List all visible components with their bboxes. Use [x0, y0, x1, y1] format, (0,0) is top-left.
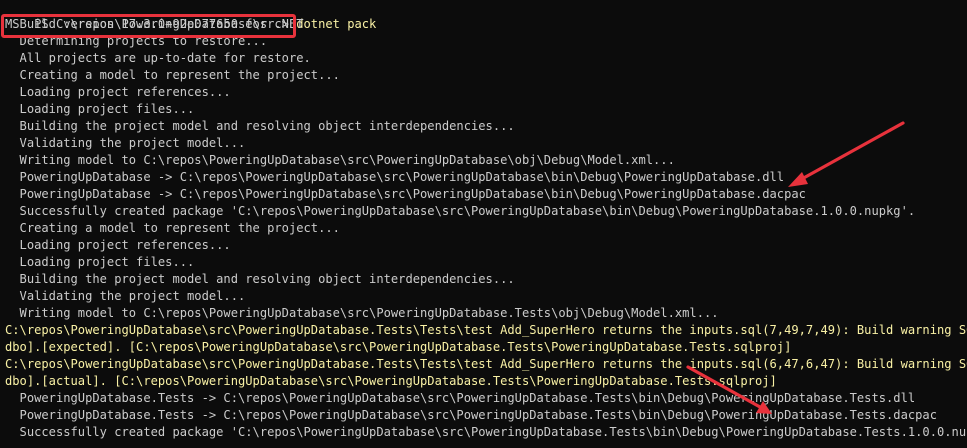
warning-line: dbo].[expected]. [C:\repos\PoweringUpDat…	[5, 340, 792, 354]
output-line: Successfully created package 'C:\repos\P…	[5, 425, 967, 439]
warning-line: C:\repos\PoweringUpDatabase\src\Powering…	[5, 357, 967, 371]
warning-line: C:\repos\PoweringUpDatabase\src\Powering…	[5, 323, 967, 337]
output-line: Writing model to C:\repos\PoweringUpData…	[5, 153, 675, 167]
output-line: All projects are up-to-date for restore.	[5, 51, 311, 65]
output-line: Creating a model to represent the projec…	[5, 221, 340, 235]
output-line: Writing model to C:\repos\PoweringUpData…	[5, 306, 719, 320]
output-line: PoweringUpDatabase -> C:\repos\PoweringU…	[5, 170, 785, 184]
output-line: Loading project files...	[5, 255, 195, 269]
prompt-command: dotnet pack	[296, 17, 377, 31]
output-line: Loading project references...	[5, 85, 231, 99]
terminal-window[interactable]: PS C:\repos\PoweringUpDatabase\src> dotn…	[0, 0, 967, 448]
output-line: PoweringUpDatabase.Tests -> C:\repos\Pow…	[5, 391, 916, 405]
output-line: Validating the project model...	[5, 289, 246, 303]
output-line: Loading project files...	[5, 102, 195, 116]
annotation-highlight-box	[1, 14, 296, 38]
output-line: Successfully created package 'C:\repos\P…	[5, 204, 916, 218]
output-line: Validating the project model...	[5, 136, 246, 150]
output-line: Creating a model to represent the projec…	[5, 68, 340, 82]
output-line: Loading project references...	[5, 238, 231, 252]
output-line: PoweringUpDatabase.Tests -> C:\repos\Pow…	[5, 408, 937, 422]
warning-line: dbo].[actual]. [C:\repos\PoweringUpDatab…	[5, 374, 777, 388]
arrow-to-dacpac	[788, 121, 905, 187]
output-line: PoweringUpDatabase -> C:\repos\PoweringU…	[5, 187, 806, 201]
output-line: Building the project model and resolving…	[5, 272, 515, 286]
output-line: Building the project model and resolving…	[5, 119, 515, 133]
